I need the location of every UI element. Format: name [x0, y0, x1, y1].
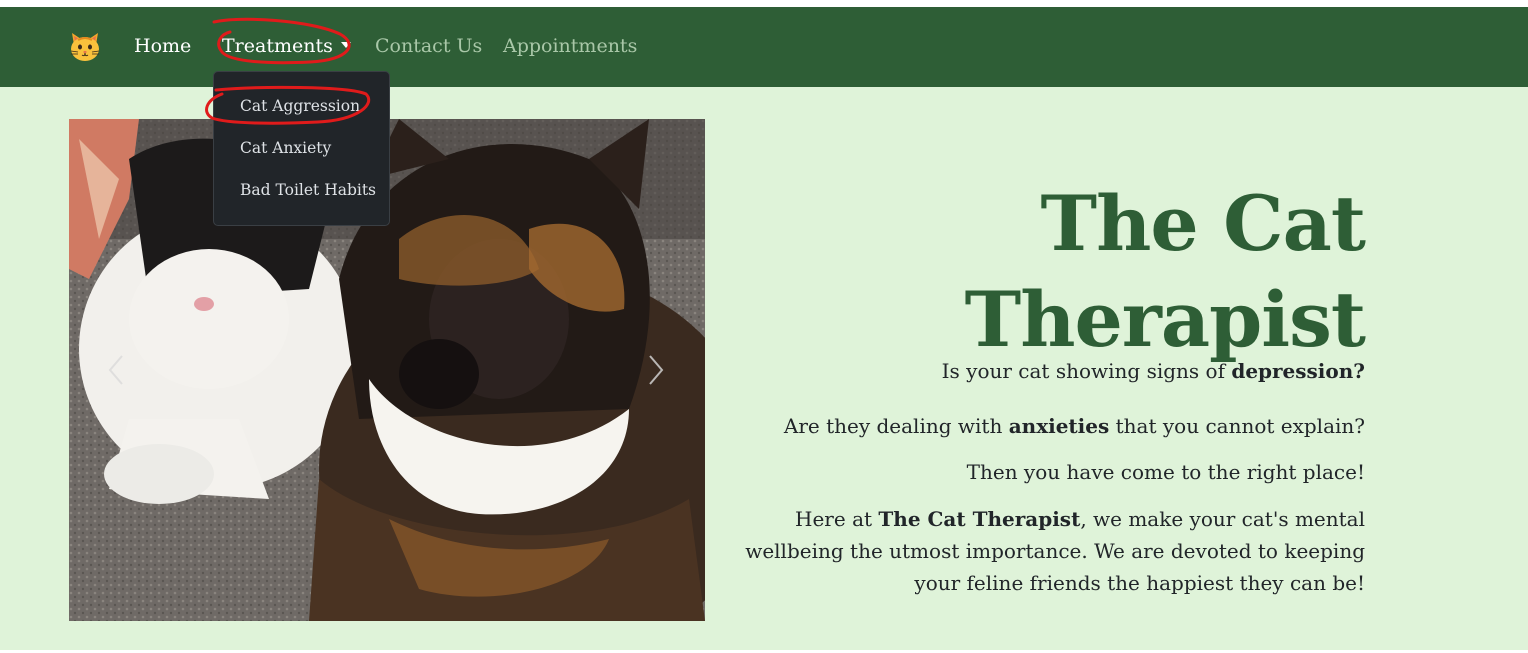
nav-treatments-label: Treatments [222, 35, 333, 57]
p2-text-post: that you cannot explain? [1109, 414, 1365, 438]
chevron-right-icon[interactable] [644, 352, 668, 388]
hero-description: Here at The Cat Therapist, we make your … [725, 503, 1365, 599]
page: Home Treatments Contact Us Appointments … [0, 0, 1528, 653]
p2-text-pre: Are they dealing with [783, 414, 1009, 438]
nav-contact-link[interactable]: Contact Us [375, 33, 482, 59]
dropdown-item-bad-toilet-habits[interactable]: Bad Toilet Habits [240, 181, 376, 199]
title-line-1: The Cat [1040, 178, 1366, 268]
chevron-left-icon[interactable] [104, 352, 128, 388]
hero-right-place: Then you have come to the right place! [966, 460, 1365, 484]
top-strip [0, 0, 1528, 7]
nav-appointments-link[interactable]: Appointments [503, 33, 637, 59]
dropdown-item-cat-aggression[interactable]: Cat Aggression [240, 97, 360, 115]
p1-bold: depression? [1231, 359, 1365, 383]
page-title: The Cat Therapist [964, 176, 1366, 368]
dropdown-item-cat-anxiety[interactable]: Cat Anxiety [240, 139, 331, 157]
p4-text-pre: Here at [795, 507, 879, 531]
caret-down-icon [340, 42, 351, 48]
cat-face-icon[interactable] [68, 29, 102, 63]
nav-home-link[interactable]: Home [134, 33, 191, 59]
nav-treatments-dropdown-toggle[interactable]: Treatments [222, 33, 351, 59]
hero-question-depression: Is your cat showing signs of depression? [942, 355, 1365, 387]
title-line-2: Therapist [964, 274, 1366, 364]
hero-question-anxieties: Are they dealing with anxieties that you… [784, 410, 1365, 442]
p1-text: Is your cat showing signs of [941, 359, 1232, 383]
p4-bold: The Cat Therapist [878, 507, 1081, 531]
p2-bold: anxieties [1008, 414, 1110, 438]
treatments-dropdown-menu: Cat Aggression Cat Anxiety Bad Toilet Ha… [213, 71, 390, 226]
